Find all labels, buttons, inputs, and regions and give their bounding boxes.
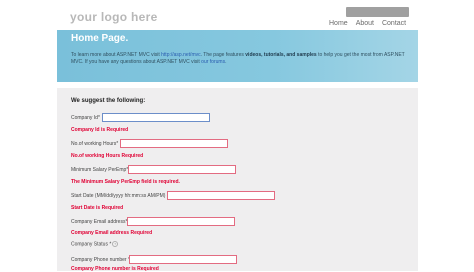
company-status-label: Company Status *? <box>71 241 119 248</box>
forums-link[interactable]: our forums <box>201 59 225 65</box>
working-hours-label: No.of working Hours* <box>71 141 119 147</box>
working-hours-input[interactable] <box>120 139 228 148</box>
company-id-label: Company Id* <box>71 115 100 121</box>
minimum-salary-label: Minimum Salary PerEmp* <box>71 167 129 173</box>
validation-heading: We suggest the following: <box>71 98 146 104</box>
start-date-input[interactable] <box>167 191 275 200</box>
company-status-label-text: Company Status * <box>71 241 112 248</box>
featured-text-1: To learn more about ASP.NET MVC visit <box>71 52 160 58</box>
company-email-input[interactable] <box>127 217 235 226</box>
nav-contact-link[interactable]: Contact <box>382 19 406 28</box>
featured-text-2: . The page features <box>200 52 244 58</box>
company-email-error: Company Email address Required <box>71 230 153 236</box>
featured-highlight: videos, tutorials, and samples <box>245 52 317 58</box>
company-phone-label: Company Phone number * <box>71 257 130 263</box>
featured-banner: Home Page. To learn more about ASP.NET M… <box>57 30 418 82</box>
company-email-label: Company Email address* <box>71 219 128 225</box>
help-icon[interactable]: ? <box>112 241 119 247</box>
featured-text-4: . <box>225 58 227 65</box>
main-nav: Home About Contact <box>329 19 414 28</box>
nav-home-link[interactable]: Home <box>329 19 348 28</box>
minimum-salary-input[interactable] <box>128 165 236 174</box>
company-id-error: Company Id is Required <box>71 127 129 133</box>
company-id-input[interactable] <box>102 113 210 122</box>
working-hours-error: No.of working Hours Required <box>71 153 144 159</box>
login-display[interactable] <box>346 7 409 17</box>
minimum-salary-error: The Minimum Salary PerEmp field is requi… <box>71 179 180 185</box>
start-date-error: Start Date is Required <box>71 205 124 211</box>
featured-description: To learn more about ASP.NET MVC visit ht… <box>71 52 406 65</box>
asp-net-mvc-link[interactable]: http://asp.net/mvc <box>161 52 200 58</box>
company-phone-input[interactable] <box>129 255 237 264</box>
page-title: Home Page. <box>71 33 129 44</box>
site-logo[interactable]: your logo here <box>70 10 158 24</box>
start-date-label: Start Date (MM/dd/yyyy hh:mm:ss AM/PM) * <box>71 193 169 199</box>
company-phone-error: Company Phone number is Required <box>71 266 159 272</box>
nav-about-link[interactable]: About <box>356 19 374 28</box>
